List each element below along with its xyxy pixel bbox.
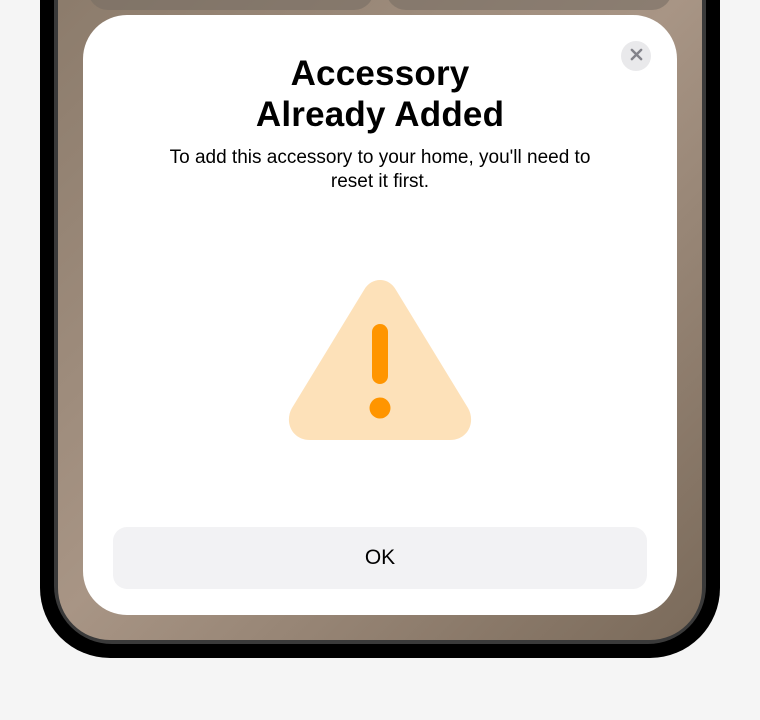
phone-inner-border: Accessory Already Added To add this acce… <box>54 0 706 644</box>
phone-screen: Accessory Already Added To add this acce… <box>58 0 702 640</box>
modal-title: Accessory Already Added <box>256 53 504 136</box>
close-button[interactable] <box>621 41 651 71</box>
modal-subtitle: To add this accessory to your home, you'… <box>160 146 600 195</box>
warning-icon-container <box>280 205 480 517</box>
phone-frame: Accessory Already Added To add this acce… <box>40 0 720 658</box>
modal-sheet: Accessory Already Added To add this acce… <box>83 15 677 615</box>
warning-triangle-icon <box>280 268 480 453</box>
backdrop-chip <box>386 0 672 10</box>
backdrop-chip <box>88 0 374 10</box>
close-icon <box>630 48 643 64</box>
ok-button[interactable]: OK <box>113 527 647 589</box>
